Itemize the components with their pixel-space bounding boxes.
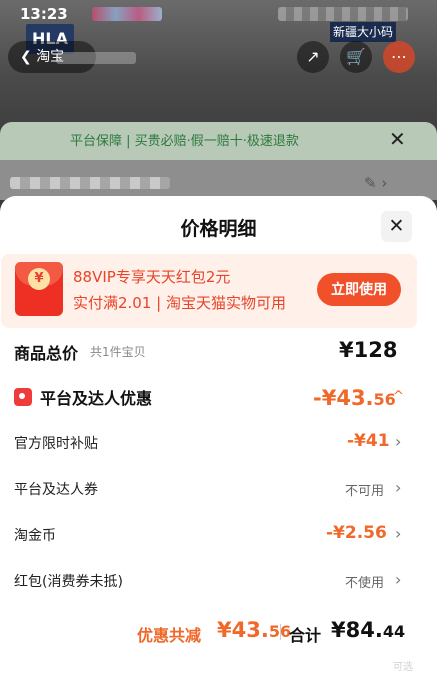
guarantee-text: 平台保障 | 买贵必赔·假一赔十·极速退款 [70, 134, 299, 149]
chevron-right-icon[interactable]: › [395, 478, 401, 497]
sheet-close-button[interactable]: ✕ [381, 211, 412, 242]
vip-condition: 实付满2.01 | 淘宝天猫实物可用 [73, 294, 286, 312]
chevron-up-icon[interactable]: ^ [393, 389, 404, 404]
watermark: 可选 [393, 662, 413, 673]
row-official-subsidy-value[interactable]: -¥41 [347, 431, 390, 451]
tag-icon [14, 388, 32, 406]
discount-total[interactable]: -¥43.56 [313, 386, 396, 410]
edit-icon: ✎ › [364, 174, 388, 192]
coin-icon: ¥ [28, 268, 50, 290]
blurred-status-icons-right [278, 7, 408, 21]
total-price: ¥128 [339, 338, 398, 362]
summary-discount-label: 优惠共减 [137, 626, 202, 645]
row-redpacket-label[interactable]: 红包(消费券未抵) [14, 571, 123, 591]
blurred-status-icons [92, 7, 162, 21]
vip-title: 88VIP专享天天红包2元 [73, 268, 231, 286]
sheet-title: 价格明细 [180, 218, 257, 240]
blurred-row-text [10, 177, 170, 189]
back-arrow-icon: ❮ [20, 49, 32, 65]
guarantee-close-button[interactable]: ✕ [389, 127, 406, 151]
chevron-right-icon[interactable]: › [395, 524, 401, 543]
row-official-subsidy-label[interactable]: 官方限时补贴 [14, 433, 98, 453]
summary-total-value: ¥84.44 [331, 618, 406, 642]
status-time: 13:23 [20, 5, 68, 23]
cart-button[interactable]: 🛒 [340, 41, 372, 73]
row-redpacket-value[interactable]: 不使用 [345, 572, 384, 591]
summary-total-label: 合计 [289, 626, 322, 645]
chevron-right-icon[interactable]: › [395, 570, 401, 589]
total-label: 商品总价 [14, 344, 79, 363]
more-button[interactable]: ⋯ [383, 41, 415, 73]
row-coin-label[interactable]: 淘金币 [14, 525, 56, 545]
blurred-title [56, 52, 136, 64]
cart-icon: 🛒 [346, 47, 366, 66]
chevron-right-icon[interactable]: › [395, 432, 401, 451]
promo-banner: 新疆大小码 [330, 22, 396, 42]
summary-divider [280, 624, 281, 640]
row-coupon-label[interactable]: 平台及达人券 [14, 479, 98, 499]
discount-label[interactable]: 平台及达人优惠 [40, 385, 152, 409]
row-coin-value[interactable]: -¥2.56 [326, 523, 387, 543]
more-icon: ⋯ [391, 47, 407, 66]
total-item-count: 共1件宝贝 [90, 345, 146, 359]
share-icon: ↗ [306, 47, 320, 66]
share-button[interactable]: ↗ [297, 41, 329, 73]
use-now-button[interactable]: 立即使用 [317, 273, 401, 306]
row-coupon-value[interactable]: 不可用 [345, 480, 384, 499]
